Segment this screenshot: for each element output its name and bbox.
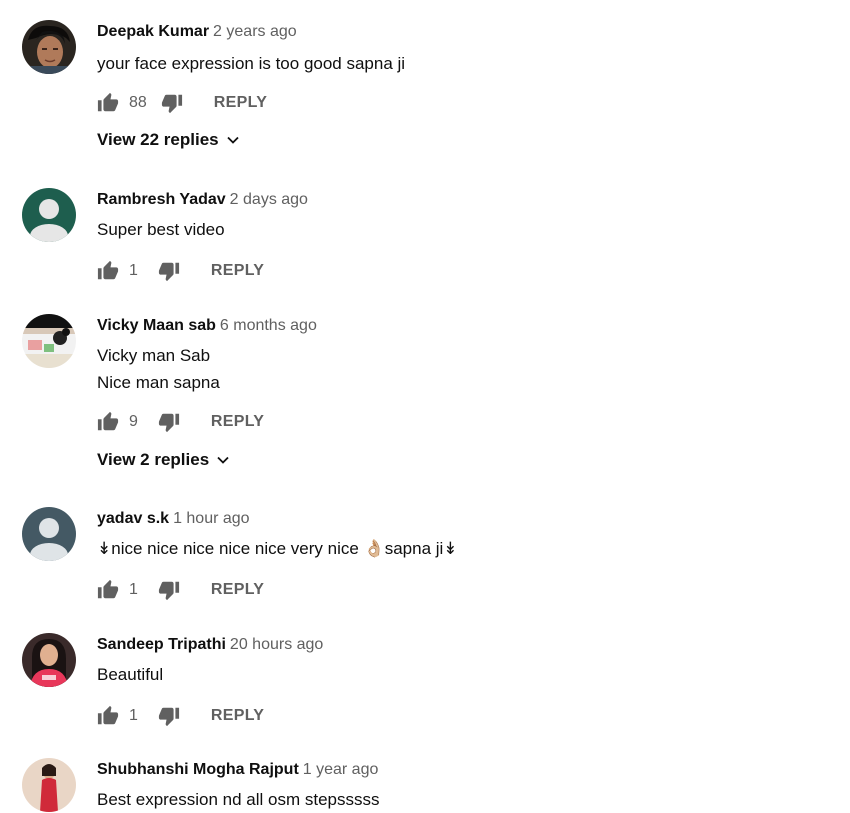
thumbs-up-icon[interactable]: [97, 579, 119, 601]
avatar[interactable]: [22, 507, 76, 561]
thumbs-up-icon[interactable]: [97, 705, 119, 727]
view-replies-label: View 22 replies: [97, 130, 219, 149]
comment-text-line: Beautiful: [97, 665, 164, 684]
view-replies-button[interactable]: View 2 replies: [97, 450, 230, 470]
comment-text-line: Best expression nd all osm stepsssss: [97, 790, 380, 809]
like-count: 1: [129, 707, 138, 724]
reply-button[interactable]: REPLY: [211, 581, 264, 599]
reply-button[interactable]: REPLY: [214, 94, 267, 112]
avatar[interactable]: [22, 20, 76, 74]
comment-actions: 1 REPLY: [97, 578, 264, 602]
avatar[interactable]: [22, 314, 76, 368]
comment-header: Vicky Maan sab 6 months ago: [97, 316, 317, 336]
comment-header: Rambresh Yadav 2 days ago: [97, 190, 308, 210]
reply-button[interactable]: REPLY: [211, 262, 264, 280]
author-name[interactable]: Vicky Maan sab: [97, 317, 216, 334]
chevron-down-icon: [226, 136, 239, 144]
like-count: 9: [129, 413, 138, 430]
like-count: 88: [129, 94, 147, 111]
author-name[interactable]: Deepak Kumar: [97, 23, 209, 40]
thumbs-up-icon[interactable]: [97, 260, 119, 282]
comment-actions: 1 REPLY: [97, 704, 264, 728]
thumbs-up-icon[interactable]: [97, 92, 119, 114]
thumbs-down-icon[interactable]: [158, 260, 180, 282]
like-count: 1: [129, 262, 138, 279]
comment-text-line: your face expression is too good sapna j…: [97, 54, 406, 73]
chevron-down-icon: [217, 456, 229, 464]
avatar[interactable]: [22, 188, 76, 242]
like-count: 1: [129, 581, 138, 598]
thumbs-up-icon[interactable]: [97, 411, 119, 433]
comment-header: yadav s.k 1 hour ago: [97, 509, 250, 529]
comment-text: your face expression is too good sapna j…: [97, 50, 405, 77]
comment-actions: 9 REPLY: [97, 410, 264, 434]
comment-time[interactable]: 1 year ago: [303, 761, 379, 778]
comment-text: Super best video: [97, 216, 225, 243]
thumbs-down-icon[interactable]: [161, 92, 183, 114]
comment-text: ↡nice nice nice nice nice very nice 👌🏼sa…: [97, 535, 458, 562]
view-replies-label: View 2 replies: [97, 450, 210, 469]
comment-time[interactable]: 2 days ago: [230, 191, 308, 208]
comment-header: Sandeep Tripathi 20 hours ago: [97, 635, 323, 655]
comment-time[interactable]: 2 years ago: [213, 23, 297, 40]
thumbs-down-icon[interactable]: [158, 411, 180, 433]
avatar[interactable]: [22, 758, 76, 812]
comment-actions: 1 REPLY: [97, 259, 264, 283]
comment-text-line: Super best video: [97, 220, 225, 239]
thumbs-down-icon[interactable]: [158, 579, 180, 601]
author-name[interactable]: Rambresh Yadav: [97, 191, 226, 208]
comment-header: Deepak Kumar 2 years ago: [97, 22, 297, 42]
comment-text-line: Nice man sapna: [97, 373, 220, 392]
comment-text: Vicky man Sab Nice man sapna: [97, 342, 220, 396]
avatar[interactable]: [22, 633, 76, 687]
reply-button[interactable]: REPLY: [211, 707, 264, 725]
comment-header: Shubhanshi Mogha Rajput 1 year ago: [97, 760, 378, 780]
view-replies-button[interactable]: View 22 replies: [97, 130, 240, 150]
comment-time[interactable]: 20 hours ago: [230, 636, 323, 653]
comment-text: Beautiful: [97, 661, 163, 688]
author-name[interactable]: Shubhanshi Mogha Rajput: [97, 761, 299, 778]
comment-time[interactable]: 6 months ago: [220, 317, 317, 334]
comment-time[interactable]: 1 hour ago: [173, 510, 250, 527]
comment-text-line: Vicky man Sab: [97, 346, 211, 365]
comment-actions: 88 REPLY: [97, 91, 267, 115]
reply-button[interactable]: REPLY: [211, 413, 264, 431]
thumbs-down-icon[interactable]: [158, 705, 180, 727]
comment-text: Best expression nd all osm stepsssss: [97, 786, 380, 813]
comment-text-line: ↡nice nice nice nice nice very nice 👌🏼sa…: [97, 539, 458, 558]
author-name[interactable]: Sandeep Tripathi: [97, 636, 226, 653]
author-name[interactable]: yadav s.k: [97, 510, 169, 527]
